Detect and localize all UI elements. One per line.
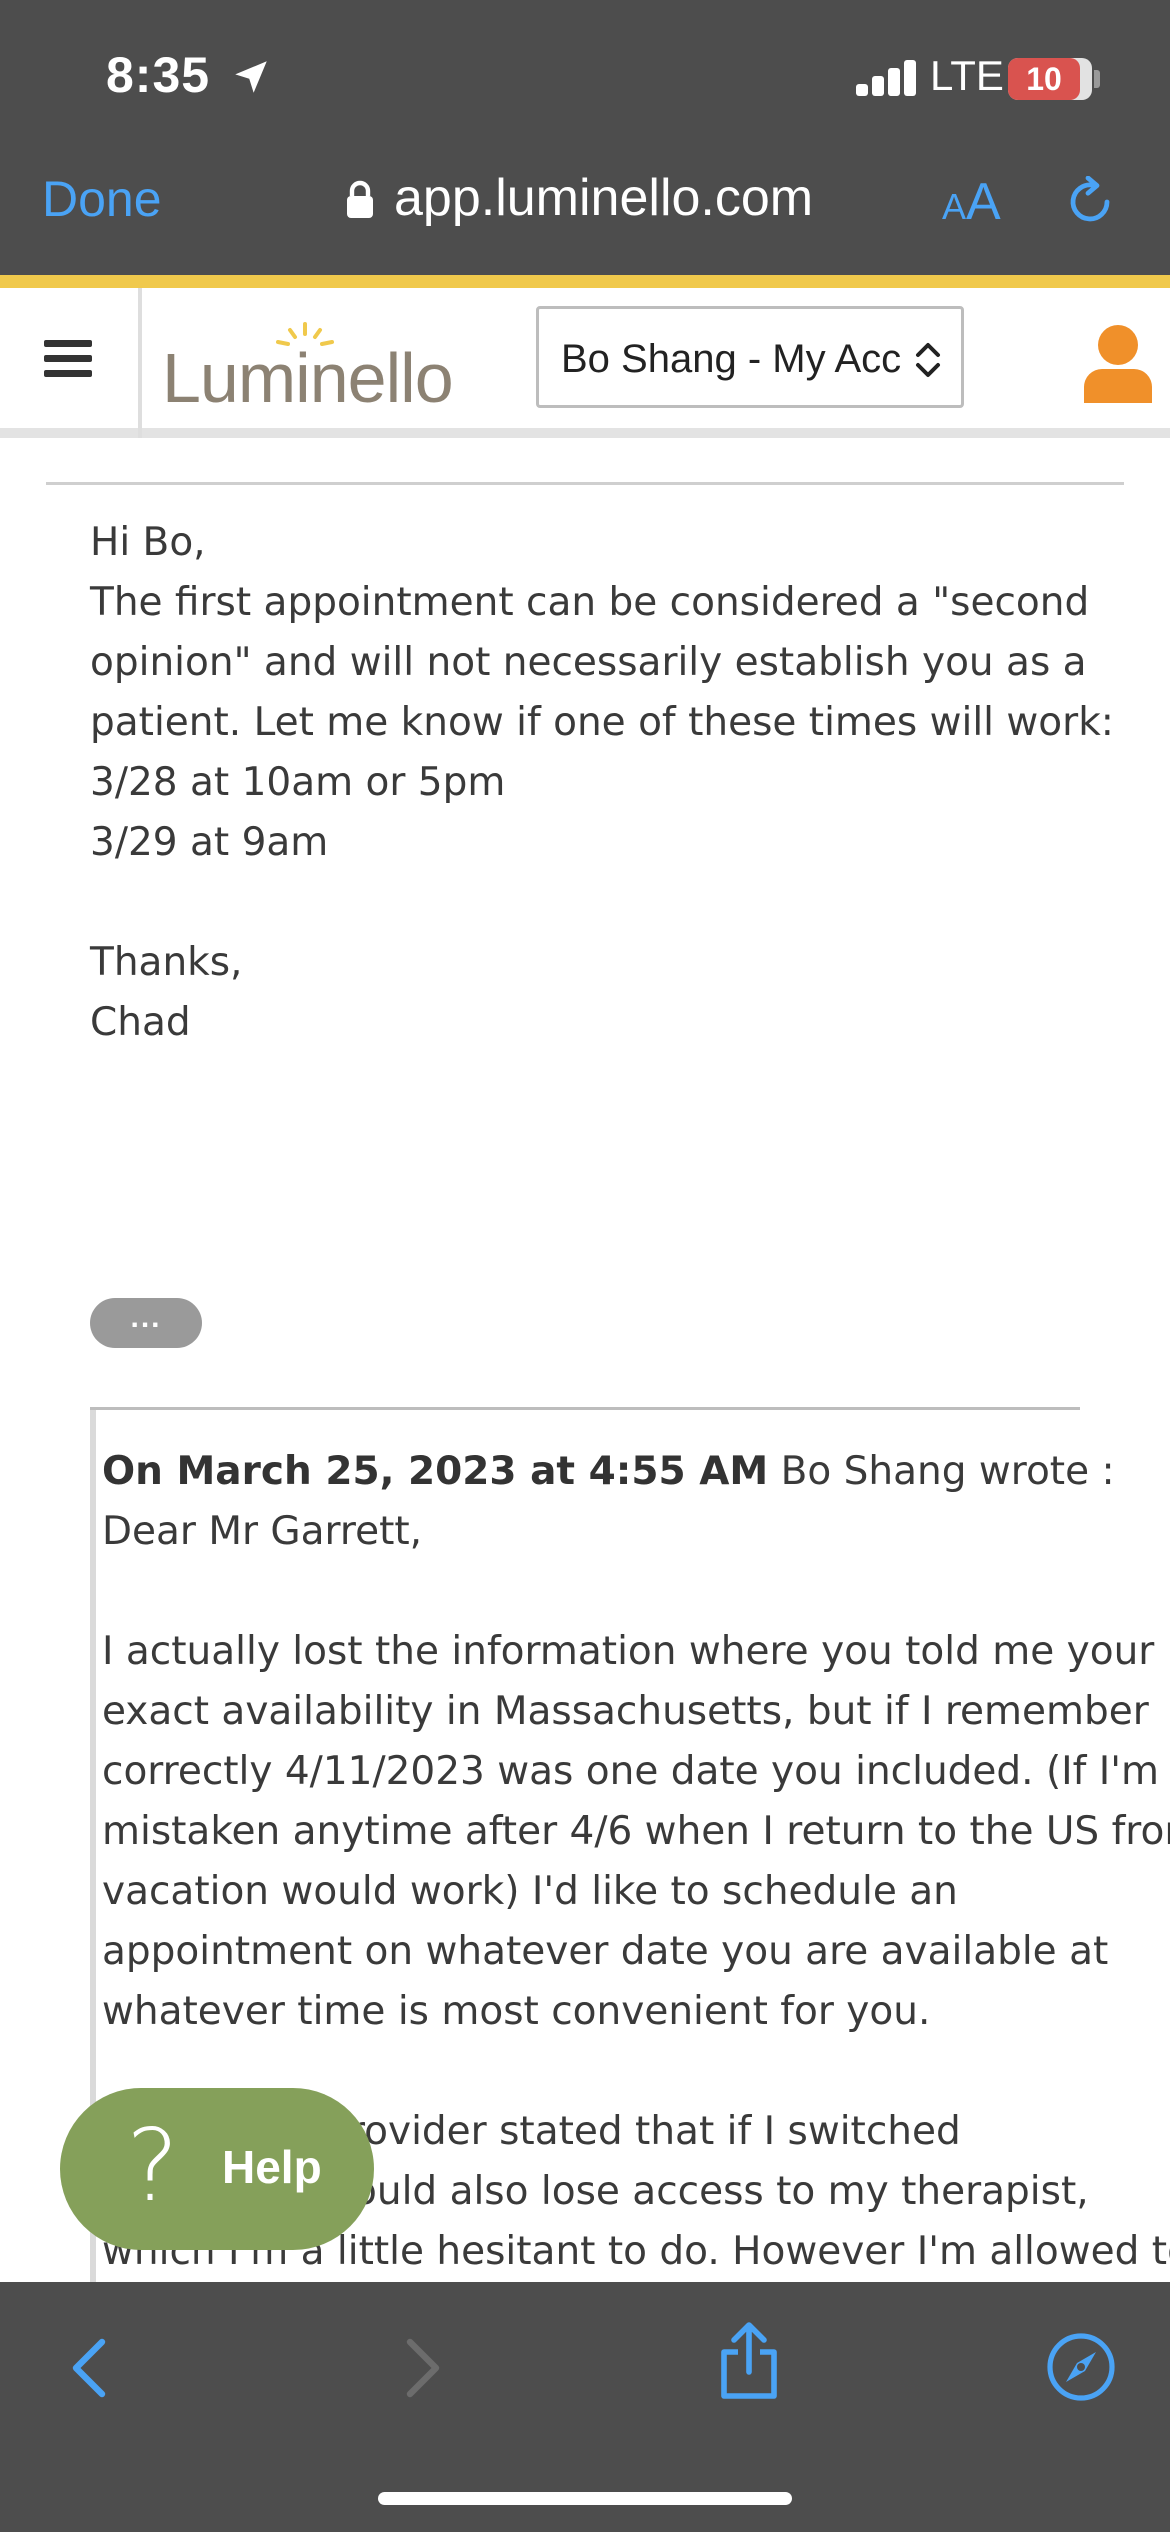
battery-icon: 10 [1008, 58, 1092, 100]
back-icon[interactable] [66, 2336, 110, 2400]
network-type: LTE [930, 52, 1004, 99]
message-line: Chad [90, 1000, 191, 1045]
home-indicator[interactable] [378, 2492, 792, 2505]
luminello-logo[interactable]: Luminello [162, 320, 467, 417]
message-content: Hi Bo, The first appointment can be cons… [0, 448, 1170, 2282]
compass-icon[interactable] [1046, 2332, 1116, 2402]
accent-strip [0, 275, 1170, 288]
chevron-updown-icon [916, 343, 940, 377]
forward-icon[interactable] [402, 2336, 446, 2400]
message-blank-line [90, 873, 1090, 933]
text-size-big-a: A [966, 173, 1001, 231]
message-line: 3/28 at 10am or 5pm [90, 760, 506, 805]
help-button[interactable]: ? Help [60, 2088, 374, 2250]
quoted-author: Bo Shang wrote : [768, 1449, 1115, 1494]
quoted-date: On March 25, 2023 at 4:55 AM [102, 1449, 769, 1494]
browser-address-bar: Done app.luminello.com AA [0, 140, 1170, 275]
message-line: 3/29 at 9am [90, 820, 329, 865]
quoted-line: I actually lost the information where yo… [102, 1629, 1155, 1674]
show-trimmed-content-button[interactable]: ... [90, 1298, 202, 1348]
quoted-line: vacation would work) I'd like to schedul… [102, 1869, 958, 1914]
quoted-line: whatever time is most convenient for you… [102, 1989, 931, 2034]
message-line: Thanks, [90, 940, 243, 985]
message-line: Hi Bo, [90, 520, 206, 565]
site-header: Luminello Bo Shang - My Acco [0, 288, 1170, 438]
quoted-line: Dear Mr Garrett, [102, 1509, 423, 1554]
user-avatar-icon[interactable] [1082, 323, 1154, 403]
text-size-button[interactable]: AA [942, 172, 1001, 232]
header-divider [138, 288, 142, 438]
location-arrow-icon [235, 61, 267, 93]
text-size-small-a: A [942, 186, 967, 227]
quoted-line: correctly 4/11/2023 was one date you inc… [102, 1749, 1160, 1794]
account-select[interactable]: Bo Shang - My Acco [536, 306, 964, 408]
url-display[interactable]: app.luminello.com [394, 168, 813, 228]
message-line: patient. Let me know if one of these tim… [90, 700, 1114, 745]
menu-icon[interactable] [44, 340, 92, 378]
battery-tip [1094, 70, 1100, 88]
message-line: opinion" and will not necessarily establ… [90, 640, 1087, 685]
lock-icon [347, 180, 373, 218]
message-line: The first appointment can be considered … [90, 580, 1090, 625]
status-time: 8:35 [106, 47, 211, 103]
help-question-icon: ? [126, 2107, 180, 2224]
quoted-blank-line [102, 1562, 1092, 1622]
signal-strength-icon [856, 60, 918, 96]
done-button[interactable]: Done [42, 170, 162, 228]
help-label: Help [222, 2141, 322, 2193]
quoted-line: exact availability in Massachusetts, but… [102, 1689, 1149, 1734]
battery-level: 10 [1008, 58, 1080, 100]
status-bar: 8:35 LTE 10 [0, 0, 1170, 140]
message-body: Hi Bo, The first appointment can be cons… [90, 513, 1114, 1053]
quoted-header: On March 25, 2023 at 4:55 AM Bo Shang wr… [102, 1442, 1115, 1502]
reload-icon[interactable] [1065, 176, 1117, 228]
account-select-value: Bo Shang - My Acco [561, 337, 901, 381]
quoted-line: appointment on whatever date you are ava… [102, 1929, 1109, 1974]
logo-text: Luminello [162, 339, 454, 417]
quote-divider [90, 1407, 1080, 1410]
divider [46, 482, 1124, 485]
quoted-line: mistaken anytime after 4/6 when I return… [102, 1809, 1170, 1854]
share-icon[interactable] [718, 2320, 780, 2402]
